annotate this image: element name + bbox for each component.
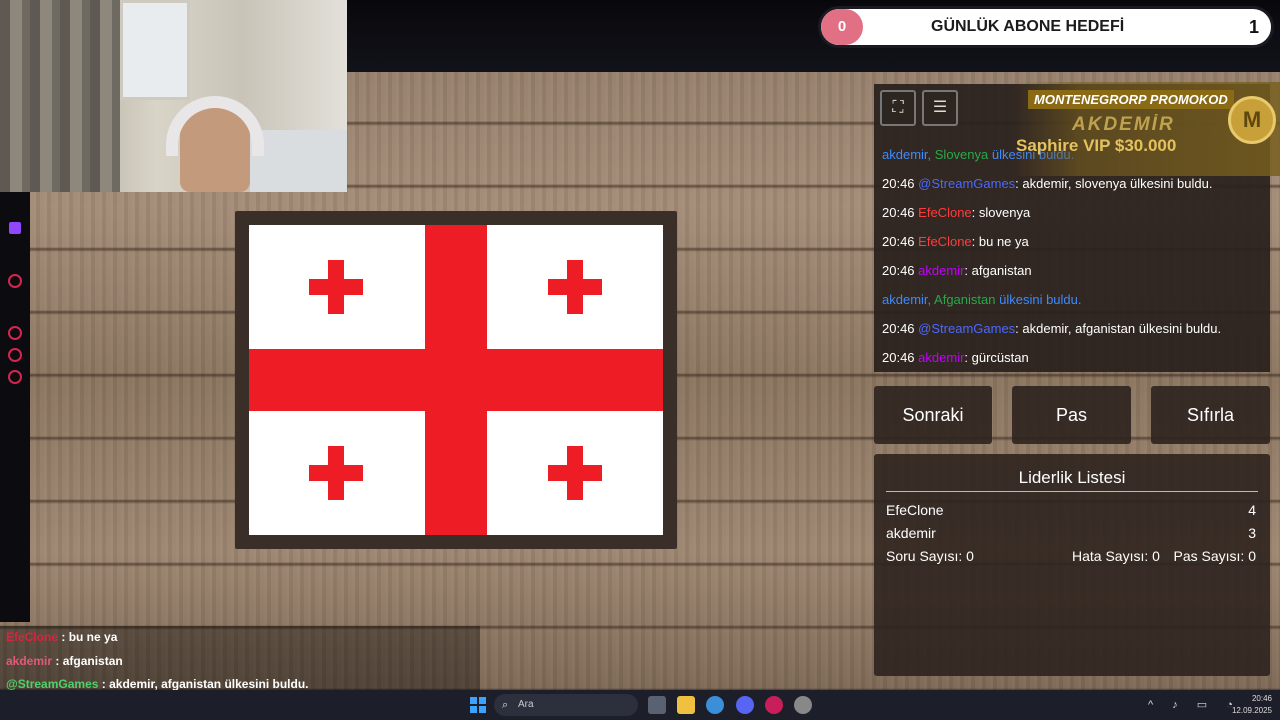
error-count: Hata Sayısı: 0 [1072, 548, 1160, 564]
document-icon[interactable]: ☰ [922, 90, 958, 126]
twitch-icon[interactable] [9, 222, 21, 234]
app-icon[interactable] [706, 696, 724, 714]
chat-line: 20:46 EfeClone: bu ne ya [882, 234, 1029, 249]
next-button[interactable]: Sonraki [874, 386, 992, 444]
overlay-chat-line: EfeClone : bu ne ya [6, 630, 118, 644]
pass-count: Pas Sayısı: 0 [1173, 548, 1256, 564]
goal-title: GÜNLÜK ABONE HEDEFİ [931, 18, 1125, 35]
stats-row: Soru Sayısı: 0 Hata Sayısı: 0 Pas Sayısı… [886, 548, 1256, 564]
opera-icon[interactable] [765, 696, 783, 714]
chat-line: akdemir, Afganistan ülkesini buldu. [882, 292, 1082, 307]
question-count: Soru Sayısı: 0 [886, 548, 974, 564]
discord-icon[interactable] [736, 696, 754, 714]
search-icon: ⌕ [502, 699, 509, 711]
webcam-feed [0, 0, 347, 192]
chat-line: 20:46 EfeClone: slovenya [882, 205, 1031, 220]
overlay-chat-line: @StreamGames : akdemir, afganistan ülkes… [6, 677, 309, 691]
puzzle-icon[interactable] [8, 348, 22, 362]
promo-code: AKDEMİR [1072, 114, 1175, 135]
taskbar-search[interactable]: ⌕ Ara [494, 694, 638, 716]
leaderboard: Liderlik Listesi EfeClone 4 akdemir 3 Soru… [874, 454, 1270, 676]
chat-lines: akdemir, Slovenya ülkesini buldu. 20:46 … [882, 146, 1262, 378]
record-icon[interactable] [8, 274, 22, 288]
task-view-icon[interactable] [648, 696, 666, 714]
settings-icon[interactable] [8, 370, 22, 384]
goal-target: 1 [1248, 17, 1259, 37]
chat-line: 20:46 akdemir: afganistan [882, 263, 1032, 278]
clock-icon[interactable] [8, 326, 22, 340]
overlay-chat-line: akdemir : afganistan [6, 654, 123, 668]
leaderboard-row: akdemir 3 [886, 525, 1256, 541]
reset-button[interactable]: Sıfırla [1151, 386, 1270, 444]
clock[interactable]: 20:46 12.09.2025 [1232, 693, 1272, 717]
file-explorer-icon[interactable] [677, 696, 695, 714]
promo-vip: Saphire VIP $30.000 [1016, 136, 1177, 155]
leaderboard-row: EfeClone 4 [886, 502, 1256, 518]
flag-image [249, 225, 663, 535]
expand-icon[interactable]: ⛶ [880, 90, 916, 126]
flag-frame [235, 211, 677, 549]
pass-button[interactable]: Pas [1012, 386, 1131, 444]
promo-badge: M [1228, 96, 1276, 144]
taskbar: ⌕ Ara ^ ♪ ▭ ◔ 20:46 12.09.2025 [0, 690, 1280, 720]
chat-line: 20:46 @StreamGames: akdemir, afganistan … [882, 321, 1222, 336]
left-dock [0, 192, 30, 622]
windows-start-icon[interactable] [470, 697, 486, 713]
app-icon[interactable] [794, 696, 812, 714]
system-tray-icons[interactable]: ^ ♪ ▭ ◔ [1148, 698, 1241, 711]
leaderboard-title: Liderlik Listesi [1018, 468, 1126, 487]
chat-line: 20:46 @StreamGames: akdemir, slovenya ül… [882, 176, 1213, 191]
subscriber-goal-bar: 0 GÜNLÜK ABONE HEDEFİ 1 [818, 6, 1274, 48]
goal-current: 0 [821, 9, 863, 45]
promo-banner: MONTENEGRORP PROMOKOD AKDEMİR Saphire VI… [1012, 82, 1280, 176]
chat-line: 20:46 akdemir: gürcüstan [882, 350, 1029, 365]
promo-label: MONTENEGRORP PROMOKOD [1028, 90, 1234, 109]
